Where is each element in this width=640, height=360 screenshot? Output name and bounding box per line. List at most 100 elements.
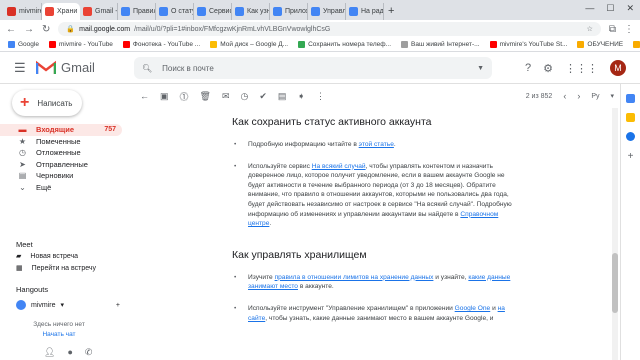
- bookmark-item[interactable]: отдых: [633, 41, 640, 48]
- back-icon[interactable]: ←: [6, 24, 16, 35]
- compose-button[interactable]: + Написать: [12, 90, 82, 116]
- minimize-icon[interactable]: —: [585, 3, 594, 14]
- archive-icon[interactable]: ▣: [160, 91, 169, 102]
- text: .: [393, 141, 396, 148]
- sidebar-item[interactable]: ⌄ Ещё: [0, 182, 126, 194]
- person-icon[interactable]: 👤︎: [44, 347, 55, 358]
- video-camera-icon: ▰: [16, 253, 22, 260]
- browser-tab[interactable]: Управле✕: [308, 3, 346, 20]
- this-article-link[interactable]: этой статье: [359, 141, 394, 148]
- browser-tab[interactable]: Правила✕: [118, 3, 156, 20]
- settings-icon[interactable]: ⚙: [543, 62, 553, 75]
- hangouts-icon[interactable]: ●: [67, 347, 72, 358]
- lock-icon: 🔒: [66, 26, 76, 33]
- tasks-icon[interactable]: [626, 132, 635, 141]
- browser-tab[interactable]: На радос✕: [346, 3, 384, 20]
- tab-favicon-icon: [7, 7, 16, 16]
- join-meeting-label: Перейти на встречу: [31, 264, 97, 272]
- bookmark-item[interactable]: ОБУЧЕНИЕ: [577, 41, 623, 48]
- url-input[interactable]: 🔒 mail.google.com/mail/u/0/?pli=1#inbox/…: [58, 22, 601, 36]
- browser-tab[interactable]: Сервисы✕: [194, 3, 232, 20]
- label-icon[interactable]: ➧: [297, 91, 305, 102]
- sidebar-item-label: Входящие: [36, 125, 75, 135]
- browser-tab[interactable]: Как узнать✕: [232, 3, 270, 20]
- sidebar-item[interactable]: ◷ Отложенные: [0, 147, 126, 159]
- input-tools-dropdown-icon[interactable]: ▾: [610, 92, 614, 100]
- sidebar-item[interactable]: ★ Помеченные: [0, 136, 126, 148]
- join-meeting-link[interactable]: ▦ Перейти на встречу: [16, 264, 97, 273]
- help-icon[interactable]: ?: [525, 62, 531, 74]
- maximize-icon[interactable]: ☐: [606, 3, 614, 14]
- bookmark-item[interactable]: Ваш живий Інтернет-...: [401, 41, 480, 48]
- text: в аккаунте.: [297, 283, 334, 291]
- get-addons-icon[interactable]: +: [628, 151, 634, 162]
- search-icon[interactable]: 🔍︎: [142, 64, 152, 73]
- sidebar-bottom-icons: 👤︎ ● ✆: [44, 347, 92, 358]
- delete-icon[interactable]: 🗑︎: [200, 91, 211, 102]
- older-icon[interactable]: ›: [577, 91, 580, 101]
- message-body: Как сохранить статус активного аккаунта …: [126, 108, 608, 360]
- compose-label: Написать: [37, 98, 73, 108]
- main-menu-icon[interactable]: ☰: [14, 60, 36, 76]
- sidebar-item[interactable]: ▤ Черновики: [0, 170, 126, 182]
- more-icon[interactable]: ⋮: [316, 91, 325, 102]
- bookmark-item[interactable]: Google: [8, 41, 39, 48]
- folder-icon: ▤: [18, 171, 27, 181]
- bookmark-label: Сохранить номера телеф...: [308, 41, 392, 48]
- storage-limits-link[interactable]: правила в отношении лимитов на хранение …: [275, 274, 434, 281]
- bookmark-item[interactable]: Фонотека - YouTube ...: [122, 41, 201, 48]
- bookmark-item[interactable]: Мой диск – Google Д...: [210, 41, 288, 48]
- newer-icon[interactable]: ‹: [563, 91, 566, 101]
- scrollbar-thumb[interactable]: [612, 253, 618, 313]
- google-one-link[interactable]: Google One: [455, 305, 491, 312]
- bookmark-label: Фонотека - YouTube ...: [132, 41, 201, 48]
- bookmark-item[interactable]: Сохранить номера телеф...: [298, 41, 391, 48]
- avatar[interactable]: М: [610, 60, 626, 76]
- search-input[interactable]: Поиск в почте: [162, 64, 214, 73]
- sidebar-item-label: Отправленные: [36, 159, 88, 169]
- just-in-case-link[interactable]: На всякий случай: [312, 163, 366, 170]
- new-tab-icon[interactable]: +: [388, 3, 394, 20]
- bookmark-item[interactable]: mivmire's YouTube St...: [489, 41, 568, 48]
- bookmark-label: mivmire's YouTube St...: [499, 41, 568, 48]
- bookmark-item[interactable]: mivmire - YouTube: [48, 41, 113, 48]
- start-chat-link[interactable]: Начать чат: [42, 331, 75, 338]
- forward-icon[interactable]: →: [24, 24, 34, 35]
- browser-menu-icon[interactable]: ⋮: [624, 24, 634, 35]
- back-to-inbox-icon[interactable]: ←: [140, 91, 149, 101]
- close-window-icon[interactable]: ✕: [626, 3, 634, 14]
- browser-tab[interactable]: Храни✕: [42, 3, 80, 20]
- gmail-logo[interactable]: Gmail: [36, 60, 136, 75]
- extensions-icon[interactable]: ⧉: [609, 24, 616, 35]
- tab-favicon-icon: [349, 7, 358, 16]
- sidebar-item[interactable]: ➤ Отправленные: [0, 159, 126, 171]
- move-to-icon[interactable]: ▤: [278, 91, 287, 102]
- sidebar-item[interactable]: ▬ Входящие 757: [0, 124, 122, 136]
- folder-icon: ▬: [18, 125, 27, 135]
- browser-tab[interactable]: Приложе✕: [270, 3, 308, 20]
- browser-tab[interactable]: mivmire✕: [4, 3, 42, 20]
- search-bar[interactable]: 🔍︎ Поиск в почте ▼: [134, 57, 492, 79]
- new-meeting-link[interactable]: ▰ Новая встреча: [16, 252, 78, 261]
- bookmark-icon: [577, 41, 585, 48]
- header-icons: ? ⚙ ⋮⋮⋮ М: [525, 60, 626, 76]
- report-spam-icon[interactable]: ⓵: [180, 90, 189, 103]
- mark-unread-icon[interactable]: ✉: [222, 91, 230, 102]
- add-chat-icon[interactable]: +: [116, 302, 120, 309]
- browser-tab[interactable]: О статусе✕: [156, 3, 194, 20]
- input-tools-button[interactable]: Ру: [591, 93, 599, 100]
- apps-grid-icon[interactable]: ⋮⋮⋮: [565, 62, 598, 75]
- browser-tab[interactable]: Gmail - X✕: [80, 3, 118, 20]
- tab-title: mivmire: [19, 8, 42, 15]
- search-options-icon[interactable]: ▼: [477, 65, 484, 72]
- phone-icon[interactable]: ✆: [85, 347, 93, 358]
- keep-icon[interactable]: [626, 113, 635, 122]
- dropdown-icon[interactable]: ▾: [61, 301, 65, 309]
- star-icon[interactable]: ☆: [587, 25, 593, 33]
- scrollbar[interactable]: [612, 108, 618, 360]
- snooze-icon[interactable]: ◷: [241, 91, 249, 102]
- add-task-icon[interactable]: ✔: [259, 91, 267, 102]
- hangouts-user[interactable]: mivmire ▾ +: [16, 300, 120, 310]
- reload-icon[interactable]: ↻: [42, 24, 50, 35]
- calendar-icon[interactable]: [626, 94, 635, 103]
